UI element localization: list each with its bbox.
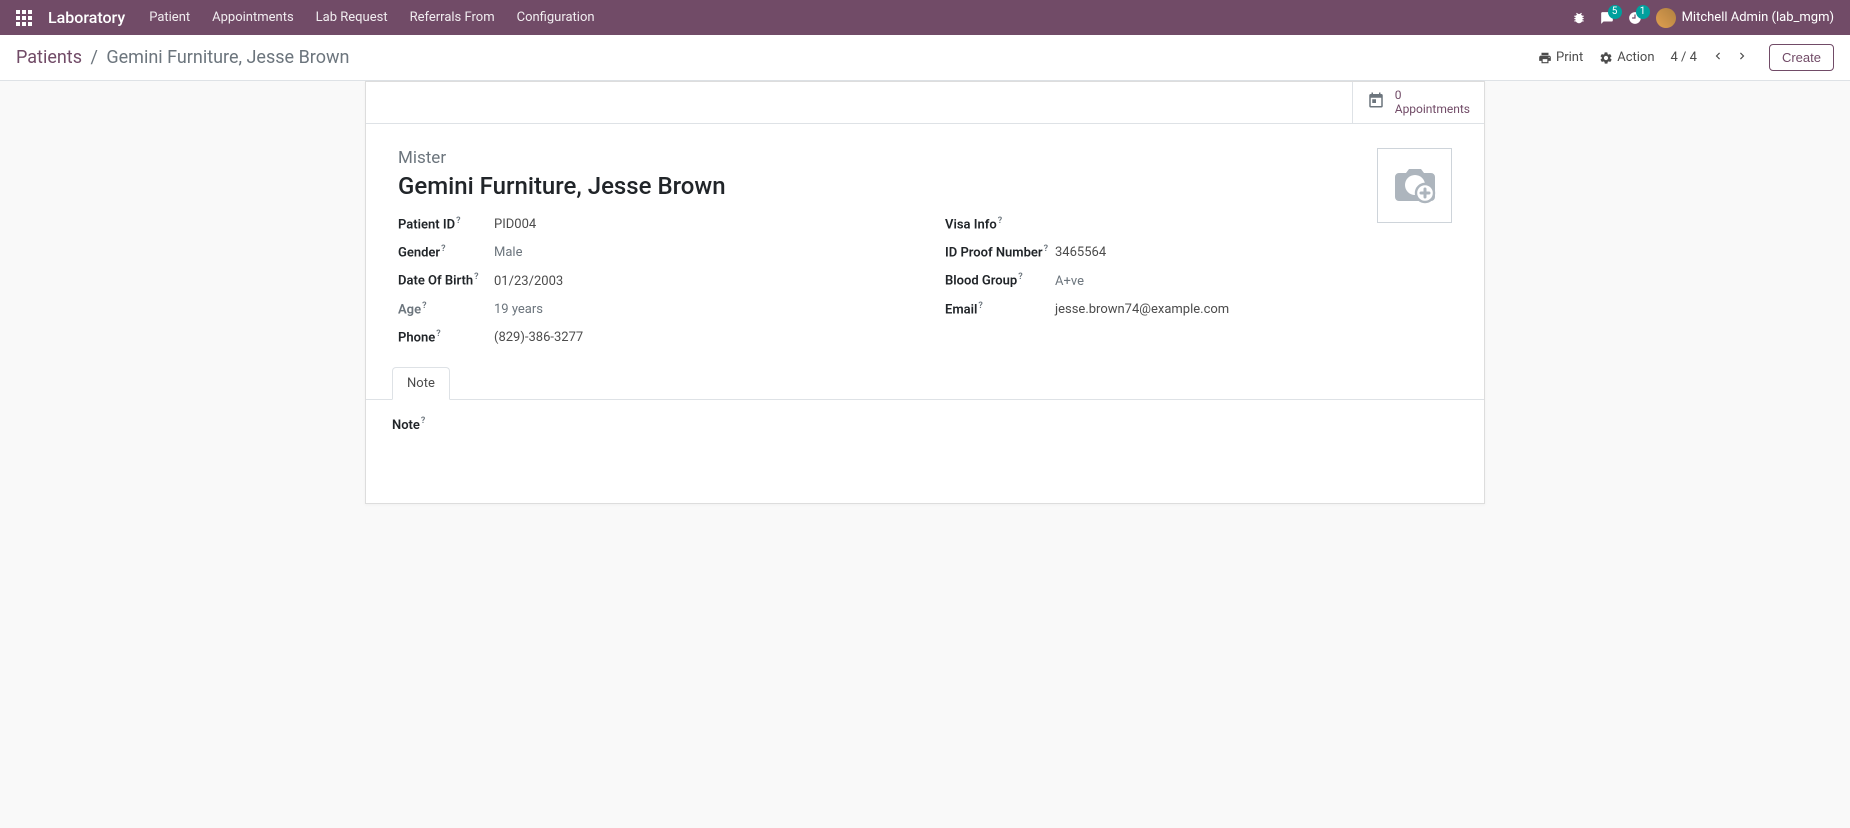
gender-label: Gender? [398,244,494,260]
chevron-left-icon [1711,49,1725,63]
action-label: Action [1617,50,1654,65]
action-button[interactable]: Action [1599,50,1654,65]
note-field-label: Note? [392,418,425,433]
create-button[interactable]: Create [1769,44,1834,71]
messaging-badge: 5 [1608,5,1622,19]
field-phone: Phone? (829)-386-3277 [398,329,905,345]
activity-icon[interactable]: 1 [1628,11,1642,25]
chevron-right-icon [1735,49,1749,63]
field-dob: Date Of Birth? 01/23/2003 [398,272,905,288]
age-label: Age? [398,301,494,317]
button-box: 0 Appointments [366,82,1484,124]
age-value: 19 years [494,302,543,317]
breadcrumb: Patients / Gemini Furniture, Jesse Brown [16,47,349,68]
gender-value: Male [494,245,522,260]
cp-right: Print Action 4 / 4 Create [1538,44,1834,71]
blood-value: A+ve [1055,274,1084,289]
salutation: Mister [398,148,1452,168]
messaging-icon[interactable]: 5 [1600,11,1614,25]
calendar-icon [1367,91,1385,113]
nav-item-patient[interactable]: Patient [149,10,190,25]
brand-title[interactable]: Laboratory [48,8,125,27]
dob-label: Date Of Birth? [398,272,494,288]
navbar-left: Laboratory Patient Appointments Lab Requ… [16,8,595,27]
user-menu[interactable]: Mitchell Admin (lab_mgm) [1656,8,1834,28]
image-placeholder[interactable] [1377,148,1452,223]
form-sheet: 0 Appointments Mister Gemini Furniture, … [365,81,1485,504]
idproof-value: 3465564 [1055,245,1106,260]
fields-row: Patient ID? PID004 Gender? Male Date Of … [398,216,1452,358]
nav-menu: Patient Appointments Lab Request Referra… [149,10,594,25]
stat-label: Appointments [1395,102,1470,116]
field-blood: Blood Group? A+ve [945,272,1452,288]
appointments-stat-button[interactable]: 0 Appointments [1352,82,1484,123]
patient-id-label: Patient ID? [398,216,494,232]
patient-id-value: PID004 [494,217,536,232]
camera-plus-icon [1391,165,1439,205]
stat-count: 0 [1395,88,1470,102]
right-col: Visa Info? ID Proof Number? 3465564 Bloo… [945,216,1452,358]
pager: 4 / 4 [1671,47,1753,69]
nav-item-lab-request[interactable]: Lab Request [316,10,388,25]
nav-item-appointments[interactable]: Appointments [212,10,294,25]
gear-icon [1599,51,1613,65]
pager-arrows [1707,47,1753,69]
sheet-body: Mister Gemini Furniture, Jesse Brown Pat… [366,124,1484,368]
pager-value: 4 / 4 [1671,50,1697,65]
apps-icon[interactable] [16,10,32,26]
user-label: Mitchell Admin (lab_mgm) [1682,10,1834,25]
pager-prev[interactable] [1707,47,1729,69]
left-col: Patient ID? PID004 Gender? Male Date Of … [398,216,905,358]
tab-note[interactable]: Note [392,367,450,400]
email-label: Email? [945,301,1055,317]
main-navbar: Laboratory Patient Appointments Lab Requ… [0,0,1850,35]
visa-label: Visa Info? [945,216,1055,232]
field-gender: Gender? Male [398,244,905,260]
print-button[interactable]: Print [1538,50,1583,65]
idproof-label: ID Proof Number? [945,244,1055,260]
activity-badge: 1 [1636,5,1650,19]
navbar-right: 5 1 Mitchell Admin (lab_mgm) [1572,8,1834,28]
phone-label: Phone? [398,329,494,345]
avatar [1656,8,1676,28]
field-idproof: ID Proof Number? 3465564 [945,244,1452,260]
breadcrumb-root[interactable]: Patients [16,47,82,68]
stat-text: 0 Appointments [1395,88,1470,117]
phone-value: (829)-386-3277 [494,330,583,345]
breadcrumb-sep: / [90,47,97,68]
breadcrumb-current: Gemini Furniture, Jesse Brown [106,47,349,68]
pager-next[interactable] [1731,47,1753,69]
blood-label: Blood Group? [945,272,1055,288]
email-value: jesse.brown74@example.com [1055,302,1229,317]
tabs: Note [366,367,1484,400]
print-label: Print [1556,50,1583,65]
control-panel: Patients / Gemini Furniture, Jesse Brown… [0,35,1850,81]
print-icon [1538,51,1552,65]
debug-icon[interactable] [1572,11,1586,25]
tab-content: Note? [366,400,1484,502]
nav-item-configuration[interactable]: Configuration [517,10,595,25]
field-visa: Visa Info? [945,216,1452,232]
dob-value: 01/23/2003 [494,274,563,289]
nav-item-referrals[interactable]: Referrals From [410,10,495,25]
form-view: 0 Appointments Mister Gemini Furniture, … [365,81,1485,504]
title-area: Mister Gemini Furniture, Jesse Brown [398,148,1452,200]
record-title: Gemini Furniture, Jesse Brown [398,172,1452,200]
field-email: Email? jesse.brown74@example.com [945,301,1452,317]
field-patient-id: Patient ID? PID004 [398,216,905,232]
field-age: Age? 19 years [398,301,905,317]
